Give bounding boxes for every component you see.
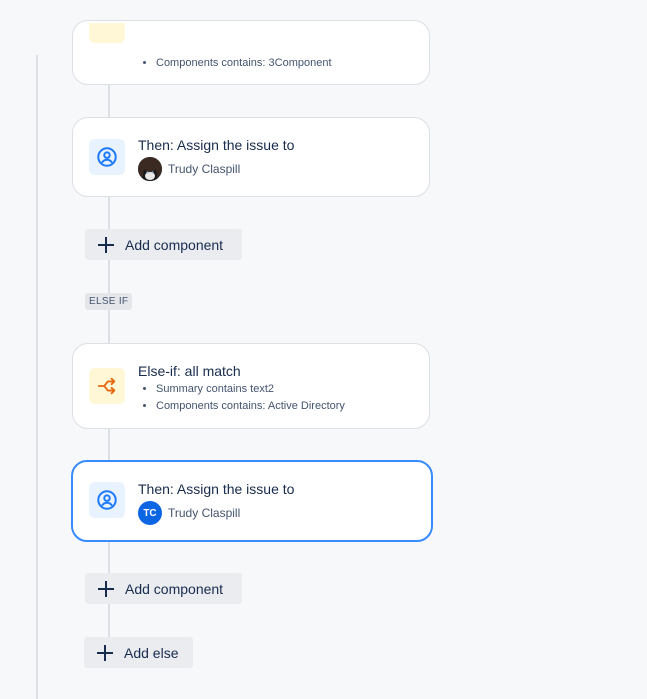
card-title: Then: Assign the issue to [138,137,295,153]
assignee-name: Trudy Claspill [168,162,241,176]
card-title: Else-if: all match [138,363,241,379]
condition-item: Components contains: Active Directory [156,398,345,415]
add-component-label: Add component [125,580,224,597]
connector [108,428,110,461]
action-card-assign-selected[interactable]: Then: Assign the issue to TC Trudy Clasp… [71,460,433,542]
connector [108,84,110,118]
connector [108,196,110,344]
card-title: Then: Assign the issue to [138,481,295,497]
person-circle-icon [89,139,125,175]
branch-icon [89,23,125,43]
add-component-button[interactable]: Add component [85,573,242,604]
else-if-card[interactable]: Else-if: all match Summary contains text… [72,343,430,429]
plus-icon [98,580,114,597]
assignee-name: Trudy Claspill [168,506,241,520]
add-component-button[interactable]: Add component [85,229,242,260]
add-component-label: Add component [125,236,224,253]
action-card-assign[interactable]: Then: Assign the issue to Trudy Claspill [72,117,430,197]
condition-item: Components contains: 3Component [156,55,332,72]
condition-list: Components contains: 3Component [138,55,332,72]
branch-icon [89,368,125,404]
avatar [138,157,162,181]
person-circle-icon [89,482,125,518]
condition-card-partial[interactable]: Components contains: 3Component [72,20,430,85]
condition-item: Summary contains text2 [156,381,345,398]
condition-list: Summary contains text2 Components contai… [138,381,345,415]
add-else-label: Add else [124,644,179,661]
assignee: Trudy Claspill [138,157,240,181]
else-if-lozenge: ELSE IF [85,293,133,310]
avatar: TC [138,501,162,525]
add-else-button[interactable]: Add else [84,637,193,668]
rule-outline [36,55,38,699]
plus-icon [97,644,113,661]
plus-icon [98,236,114,253]
assignee: TC Trudy Claspill [138,501,240,525]
